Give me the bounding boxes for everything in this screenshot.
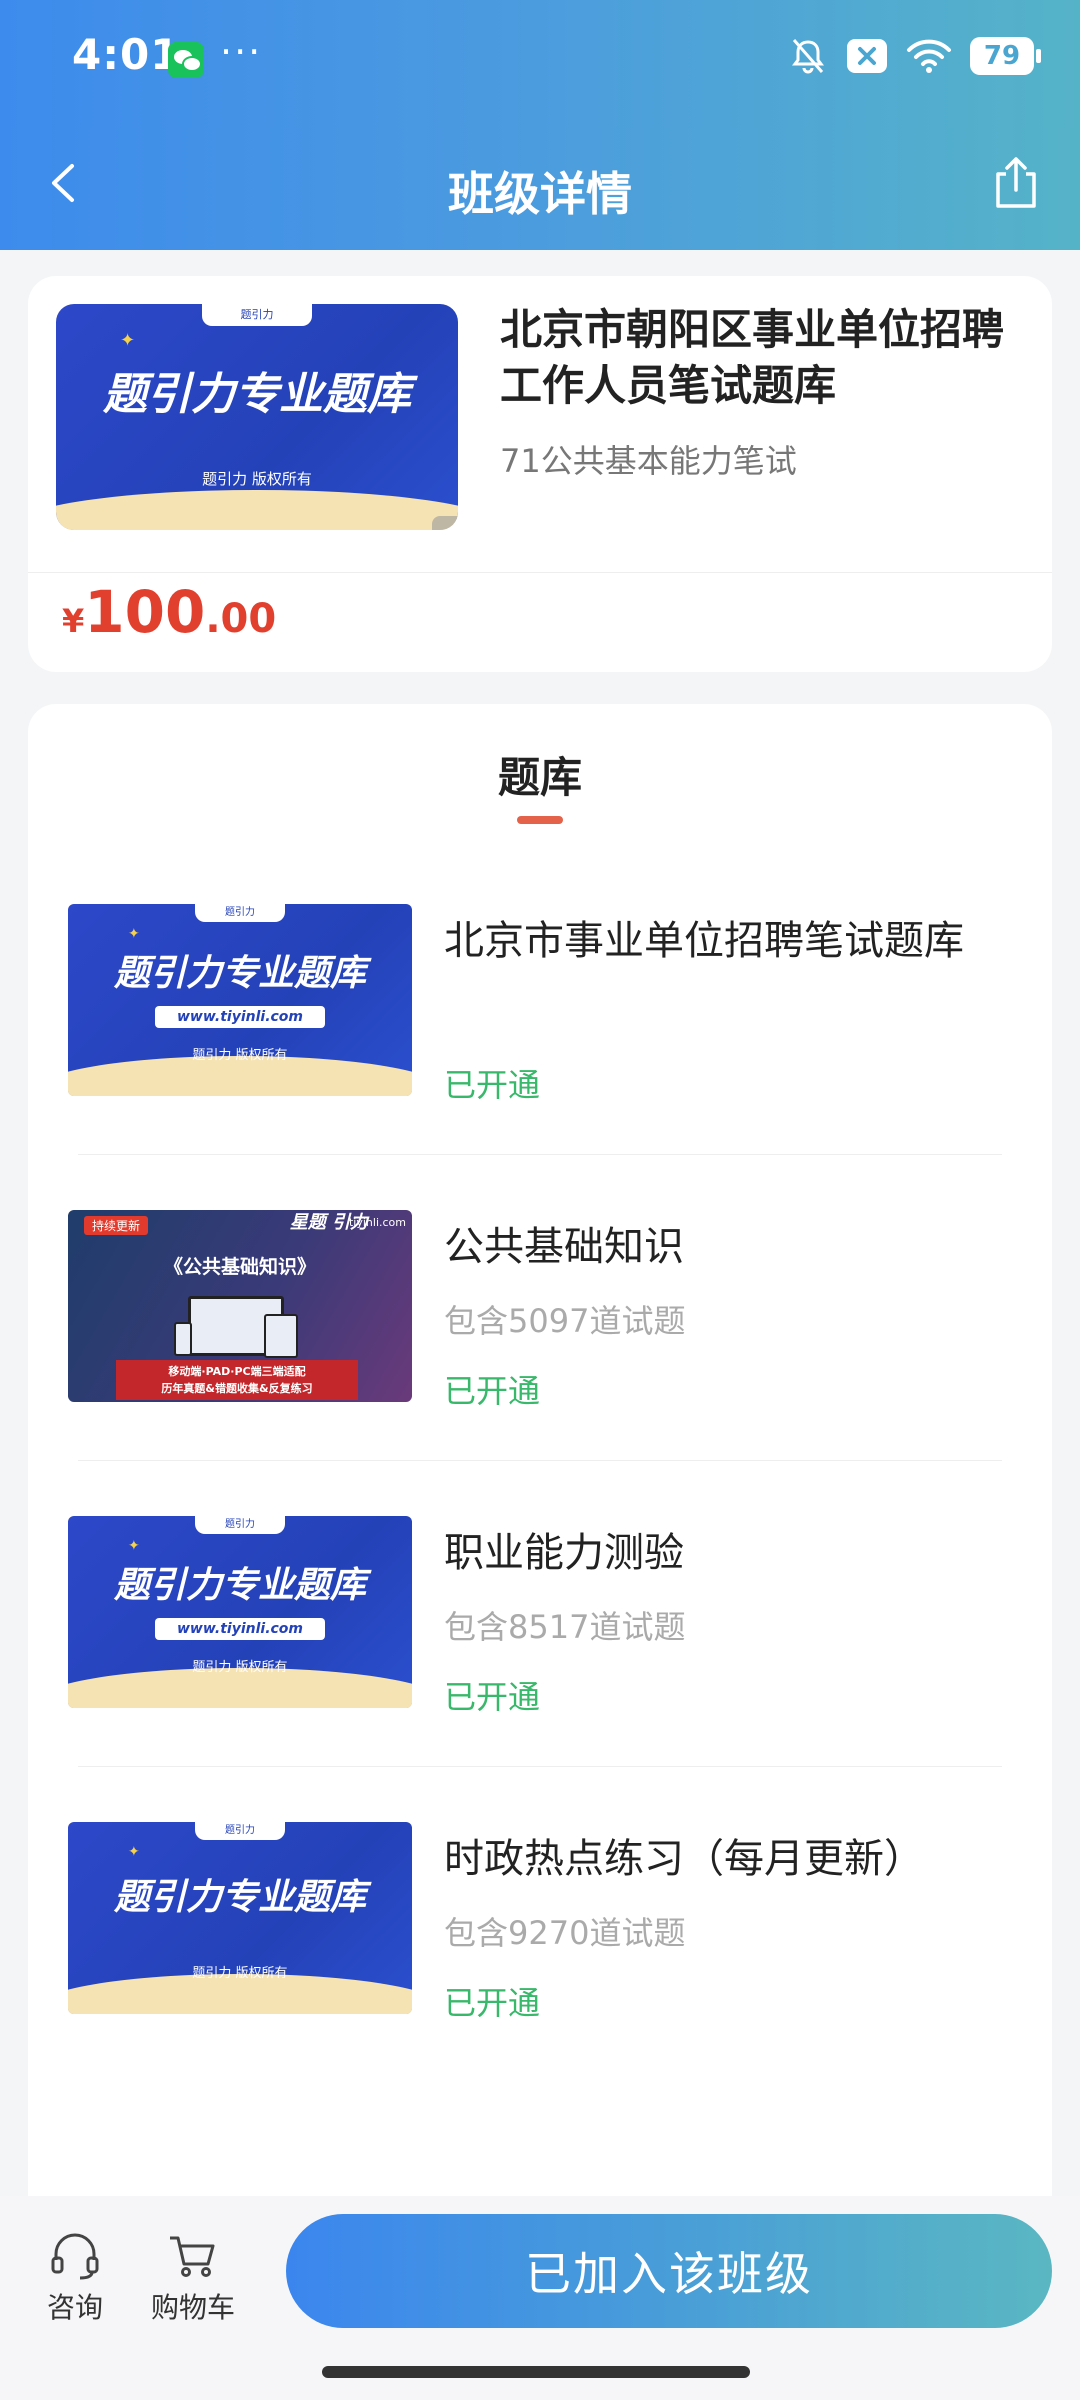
- cover-banner: 移动端·PAD·PC端三端适配 历年真题&错题收集&反复练习: [116, 1360, 358, 1400]
- star-icon: ✦: [128, 1844, 140, 1860]
- item-title: 时政热点练习（每月更新）: [444, 1836, 924, 1882]
- tablet-icon: [264, 1314, 298, 1358]
- cover-brand-tab: 题引力: [195, 904, 285, 922]
- item-status: 已开通: [444, 1066, 541, 1104]
- item-cover-image: 题引力 ✦ 题引力专业题库 题引力 版权所有: [68, 1822, 412, 2014]
- cover-banner-line2: 历年真题&错题收集&反复练习: [161, 1382, 313, 1395]
- course-cover-image: 题引力 ✦ 题引力专业题库 题引力 版权所有: [56, 304, 458, 530]
- cover-title: 题引力专业题库: [113, 1877, 366, 1918]
- cover-banner-line1: 移动端·PAD·PC端三端适配: [168, 1365, 306, 1378]
- item-title: 职业能力测验: [444, 1530, 684, 1576]
- item-count: 包含8517道试题: [444, 1608, 686, 1646]
- close-notification-icon: [847, 39, 887, 73]
- divider: [78, 1154, 1002, 1155]
- course-title: 北京市朝阳区事业单位招聘工作人员笔试题库: [500, 305, 1005, 410]
- list-item[interactable]: 题引力 ✦ 题引力专业题库 题引力 版权所有 时政热点练习（每月更新） 包含92…: [28, 1822, 1052, 2128]
- course-card: 题引力 ✦ 题引力专业题库 题引力 版权所有 北京市朝阳区事业单位招聘工作人员笔…: [28, 276, 1052, 672]
- cover-brand-tab: 题引力: [202, 304, 312, 326]
- item-status: 已开通: [444, 1984, 541, 2022]
- consult-label: 咨询: [46, 2291, 103, 2324]
- cover-url: www.tiyinli.com: [155, 1006, 325, 1028]
- navbar: 班级详情: [0, 140, 1080, 230]
- status-time: 4:01: [72, 30, 181, 79]
- star-icon: ✦: [128, 926, 140, 942]
- price: ¥100.00: [62, 578, 276, 646]
- cover-footer: 题引力 版权所有: [202, 470, 312, 488]
- price-decimal: .00: [205, 596, 277, 642]
- cover-brand-tab: 题引力: [195, 1516, 285, 1534]
- wifi-icon: [907, 39, 951, 73]
- item-cover-image: 题引力 ✦ 题引力专业题库 www.tiyinli.com 题引力 版权所有: [68, 1516, 412, 1708]
- joined-class-button[interactable]: 已加入该班级: [286, 2214, 1052, 2328]
- cover-title: 题引力专业题库: [113, 953, 366, 994]
- cover-footer: 题引力 版权所有: [192, 1966, 288, 1981]
- cover-title: 《公共基础知识》: [163, 1256, 316, 1278]
- divider: [78, 1766, 1002, 1767]
- list-item[interactable]: 持续更新 星题 引力 tiyinli.com 《公共基础知识》 移动端·PAD·…: [28, 1210, 1052, 1516]
- item-title: 公共基础知识: [444, 1224, 684, 1270]
- home-indicator[interactable]: [322, 2366, 750, 2378]
- consult-button[interactable]: 咨询: [20, 2232, 130, 2326]
- cart-icon: [170, 2236, 215, 2277]
- course-subtitle: 71公共基本能力笔试: [500, 442, 797, 480]
- battery-icon: 79: [970, 37, 1041, 75]
- cover-title: 题引力专业题库: [113, 1565, 366, 1606]
- price-integer: 100: [84, 578, 206, 646]
- cover-url: tiyinli.com: [348, 1216, 406, 1229]
- divider: [78, 1460, 1002, 1461]
- wechat-icon: [168, 42, 204, 78]
- header: 4:01 ··· 79 班级详情: [0, 0, 1080, 250]
- star-icon: ✦: [128, 1538, 140, 1554]
- item-cover-image: 持续更新 星题 引力 tiyinli.com 《公共基础知识》 移动端·PAD·…: [68, 1210, 412, 1402]
- library-card: 题库 题引力 ✦ 题引力专业题库 www.tiyinli.com 题引力 版权所…: [28, 704, 1052, 2234]
- status-bar: 4:01 ··· 79: [0, 0, 1080, 120]
- cover-title: 题引力专业题库: [103, 369, 411, 420]
- tab-indicator: [517, 816, 563, 824]
- item-status: 已开通: [444, 1678, 541, 1716]
- list-item[interactable]: 题引力 ✦ 题引力专业题库 www.tiyinli.com 题引力 版权所有 职…: [28, 1516, 1052, 1822]
- price-currency: ¥: [62, 602, 85, 640]
- list-item[interactable]: 题引力 ✦ 题引力专业题库 www.tiyinli.com 题引力 版权所有 北…: [28, 904, 1052, 1210]
- status-icons: 79: [788, 36, 1041, 76]
- cover-url: www.tiyinli.com: [155, 1618, 325, 1640]
- star-icon: ✦: [120, 330, 136, 351]
- headset-icon: [51, 2233, 99, 2280]
- page-title: 班级详情: [448, 167, 632, 221]
- item-cover-image: 题引力 ✦ 题引力专业题库 www.tiyinli.com 题引力 版权所有: [68, 904, 412, 1096]
- cover-badge: 持续更新: [84, 1216, 149, 1235]
- phone-icon: [174, 1322, 192, 1356]
- divider: [28, 572, 1052, 573]
- more-notifications-icon: ···: [220, 30, 263, 74]
- cart-button[interactable]: 购物车: [138, 2232, 248, 2326]
- item-count: 包含9270道试题: [444, 1914, 686, 1952]
- item-status: 已开通: [444, 1372, 541, 1410]
- tab-library[interactable]: 题库: [28, 744, 1052, 805]
- cover-footer: 题引力 版权所有: [192, 1048, 288, 1063]
- item-count: 包含5097道试题: [444, 1302, 686, 1340]
- cart-label: 购物车: [150, 2291, 235, 2324]
- cover-brand-tab: 题引力: [195, 1822, 285, 1840]
- mute-bell-icon: [792, 39, 824, 74]
- cover-footer: 题引力 版权所有: [192, 1660, 288, 1675]
- item-title: 北京市事业单位招聘笔试题库: [444, 918, 964, 964]
- share-icon[interactable]: [990, 154, 1042, 210]
